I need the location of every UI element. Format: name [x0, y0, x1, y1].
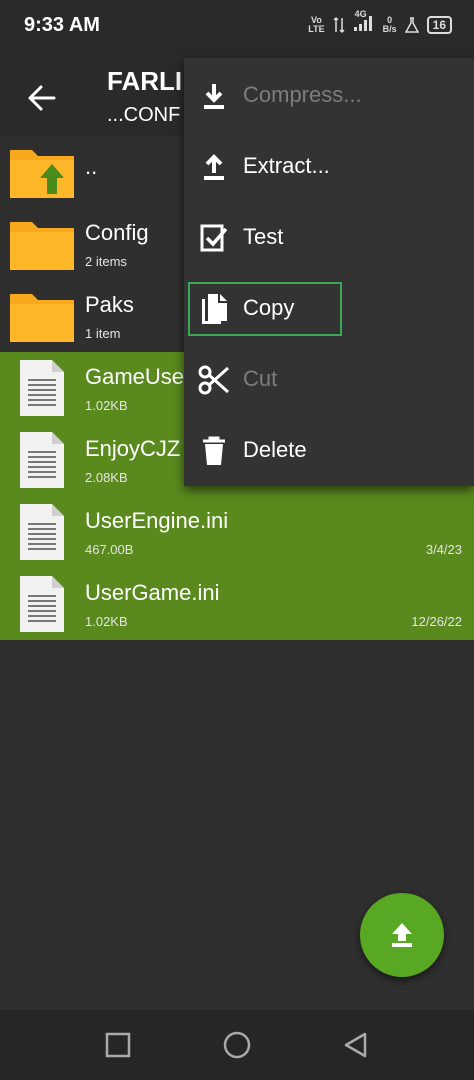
- home-circle-icon[interactable]: [222, 1030, 252, 1060]
- document-icon: [20, 432, 64, 488]
- file-date: 3/4/23: [425, 542, 462, 557]
- menu-label: Extract...: [243, 153, 330, 178]
- battery-indicator: 16: [426, 15, 452, 34]
- scissors-icon: [198, 365, 230, 395]
- menu-item-extract[interactable]: Extract...: [184, 137, 474, 197]
- file-name: Config: [85, 220, 149, 245]
- page-path: ...CONF: [107, 104, 181, 126]
- menu-label: Cut: [243, 366, 278, 391]
- menu-label: Test: [243, 224, 284, 249]
- status-icons: Vo LTE 4G 0 B/s 16: [308, 10, 452, 35]
- file-name: ..: [85, 154, 98, 179]
- download-icon: [204, 84, 224, 109]
- system-nav-bar: [0, 1010, 474, 1080]
- back-triangle-icon[interactable]: [341, 1030, 371, 1060]
- context-menu: Compress... Extract... Test Copy Cut Del…: [184, 58, 474, 486]
- upload-fab-button[interactable]: [360, 893, 444, 977]
- net-speed: 0 B/s: [382, 14, 397, 34]
- file-name: EnjoyCJZ: [85, 436, 181, 461]
- file-name: UserGame.ini: [85, 580, 220, 605]
- file-name: UserEngine.ini: [85, 508, 229, 533]
- file-name: Paks: [85, 292, 134, 317]
- document-icon: [20, 504, 64, 560]
- menu-item-copy[interactable]: Copy: [188, 282, 342, 336]
- menu-item-delete[interactable]: Delete: [184, 421, 474, 481]
- page-title: FARLI: [107, 66, 183, 96]
- file-meta: 1.02KB: [85, 614, 128, 629]
- file-meta: 2.08KB: [85, 470, 128, 485]
- volte-indicator: Vo LTE: [308, 14, 325, 34]
- document-icon: [20, 576, 64, 632]
- copy-icon: [202, 294, 227, 324]
- menu-item-cut[interactable]: Cut: [184, 350, 474, 410]
- list-item-file[interactable]: UserEngine.ini 467.00B 3/4/23: [0, 496, 474, 568]
- file-meta: 1.02KB: [85, 398, 128, 413]
- upload-icon: [392, 923, 412, 947]
- file-meta: 467.00B: [85, 542, 134, 557]
- menu-label: Delete: [243, 437, 307, 462]
- status-time: 9:33 AM: [24, 14, 100, 36]
- checkbox-icon: [200, 224, 228, 252]
- file-meta: 2 items: [85, 254, 127, 269]
- data-arrows-icon: [333, 16, 345, 33]
- document-icon: [20, 360, 64, 416]
- folder-icon: [10, 294, 74, 342]
- recents-square-icon[interactable]: [103, 1030, 133, 1060]
- folder-up-icon: [10, 150, 74, 198]
- file-meta: 1 item: [85, 326, 121, 341]
- flask-icon: [404, 16, 419, 33]
- upload-icon: [204, 154, 224, 180]
- folder-icon: [10, 222, 74, 270]
- menu-item-test[interactable]: Test: [184, 208, 474, 268]
- menu-label: Compress...: [243, 82, 362, 107]
- file-name: GameUse: [85, 364, 185, 389]
- status-bar: 9:33 AM Vo LTE 4G 0 B/s 16: [0, 0, 474, 56]
- signal-icon: 4G: [353, 10, 375, 35]
- menu-label: Copy: [243, 295, 295, 320]
- back-button[interactable]: [22, 78, 62, 118]
- file-date: 12/26/22: [411, 614, 462, 629]
- list-item-file[interactable]: UserGame.ini 1.02KB 12/26/22: [0, 568, 474, 640]
- trash-icon: [203, 436, 225, 465]
- menu-item-compress[interactable]: Compress...: [184, 66, 474, 126]
- arrow-left-icon: [28, 85, 56, 111]
